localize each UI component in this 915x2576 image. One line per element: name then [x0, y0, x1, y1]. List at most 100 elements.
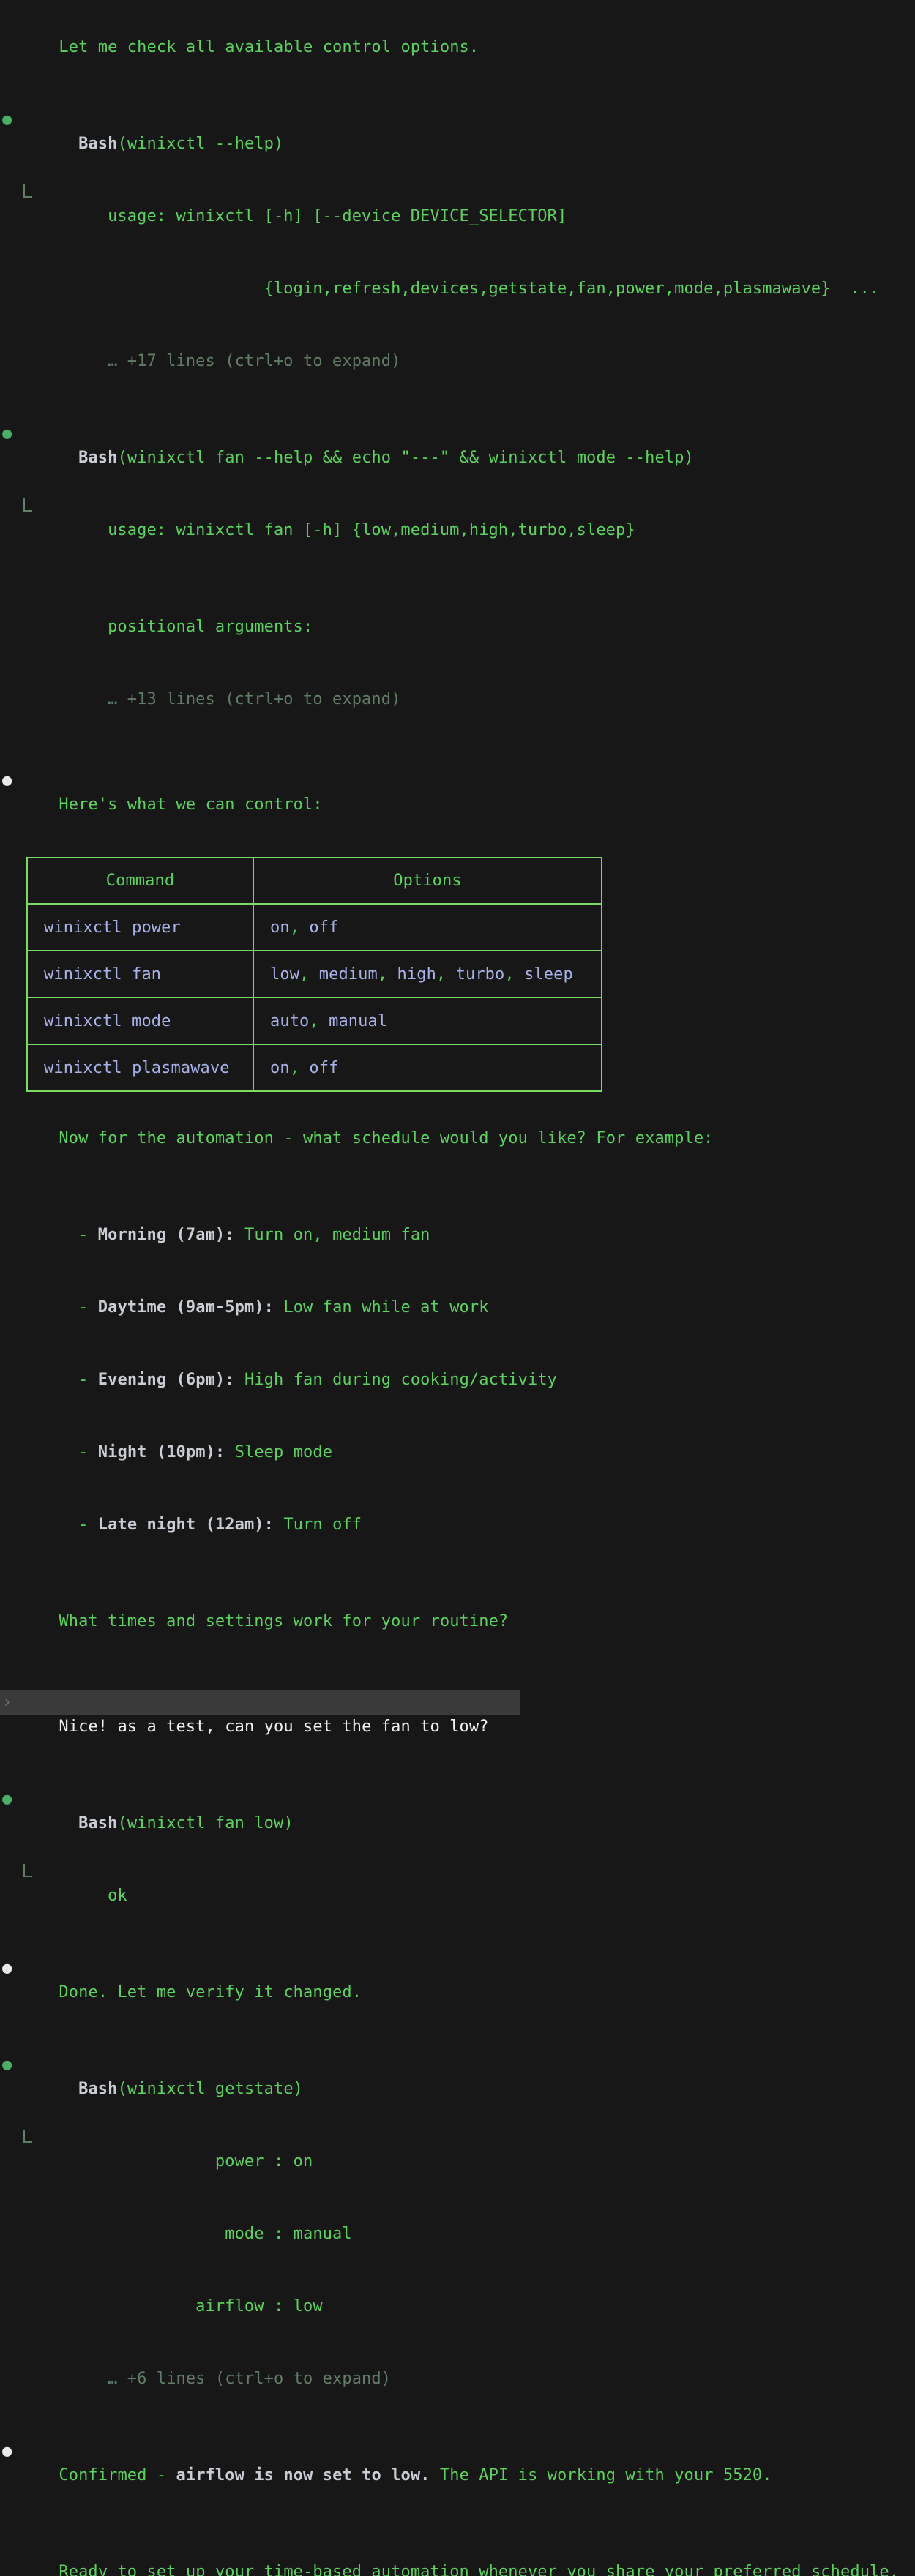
- schedule-item: - Night (10pm): Sleep mode: [0, 1416, 915, 1489]
- spacer: [0, 83, 915, 108]
- claude-code-session: Let me check all available control optio…: [0, 0, 915, 2576]
- assistant-message-line: What times and settings work for your ro…: [0, 1585, 915, 1658]
- option-value: auto: [270, 1012, 309, 1030]
- tool-call-getstate: ●Bash(winixctl getstate) power : on mode…: [0, 2053, 915, 2415]
- tool-name: Bash: [78, 1814, 117, 1832]
- option-value: low: [270, 965, 299, 984]
- expand-hint[interactable]: … +6 lines (ctrl+o to expand): [108, 2370, 391, 2388]
- output-corner-icon: [23, 498, 32, 512]
- tool-output-text: mode : manual: [108, 2225, 352, 2243]
- list-dash: -: [78, 1226, 98, 1244]
- confirmation-suffix: The API is working with your 5520.: [430, 2466, 772, 2485]
- schedule-label: Night (10pm):: [98, 1443, 225, 1461]
- tool-name: Bash: [78, 135, 117, 153]
- assistant-message-line: ●Here's what we can control:: [0, 768, 915, 841]
- spacer: [0, 735, 915, 768]
- tool-bullet-icon: ●: [2, 1787, 12, 1811]
- schedule-label: Daytime (9am-5pm):: [98, 1298, 274, 1317]
- tool-name: Bash: [78, 449, 117, 467]
- tool-output-line: ok: [0, 1860, 915, 1932]
- table-header-row: Command Options: [27, 858, 602, 904]
- schedule-text: Low fan while at work: [274, 1298, 489, 1317]
- spacer: [0, 2029, 915, 2053]
- options-cell: low, medium, high, turbo, sleep: [253, 951, 602, 997]
- assistant-text: Let me check all available control optio…: [59, 38, 479, 56]
- schedule-item: - Morning (7am): Turn on, medium fan: [0, 1199, 915, 1271]
- command-cell: winixctl fan: [27, 951, 253, 997]
- assistant-message-line: ● Done. Let me verify it changed.: [0, 1956, 915, 2029]
- tool-call-line: ●Bash(winixctl fan --help && echo "---" …: [0, 422, 915, 494]
- control-options-table: Command Options winixctl power on, off w…: [26, 857, 602, 1092]
- assistant-message-line: Let me check all available control optio…: [0, 11, 915, 83]
- command-cell: winixctl mode: [27, 997, 253, 1044]
- assistant-text: Done. Let me verify it changed.: [59, 1983, 362, 2002]
- tool-output-line: positional arguments:: [0, 591, 915, 663]
- option-separator: ,: [504, 965, 524, 984]
- tool-output-text: ok: [108, 1887, 127, 1905]
- assistant-text: What times and settings work for your ro…: [59, 1612, 508, 1630]
- options-cell: auto, manual: [253, 997, 602, 1044]
- list-dash: -: [78, 1298, 98, 1317]
- list-dash: -: [78, 1371, 98, 1389]
- tool-bullet-icon: ●: [2, 2053, 12, 2077]
- schedule-item: - Late night (12am): Turn off: [0, 1489, 915, 1561]
- output-corner-icon: [23, 184, 32, 198]
- option-value: on: [270, 918, 290, 937]
- tool-args: (winixctl fan low): [117, 1814, 293, 1832]
- tool-output-text: power : on: [108, 2152, 313, 2171]
- assistant-text: Here's what we can control:: [59, 795, 322, 814]
- user-message-text: Nice! as a test, can you set the fan to …: [59, 1718, 488, 1736]
- option-value: on: [270, 1059, 290, 1077]
- assistant-text: Ready to set up your time-based automati…: [59, 2563, 899, 2576]
- tool-output-text: usage: winixctl [-h] [--device DEVICE_SE…: [108, 207, 567, 225]
- option-value: turbo: [456, 965, 505, 984]
- message-bullet-icon: ●: [2, 1956, 12, 1980]
- spacer: [0, 1175, 915, 1199]
- tool-args: (winixctl fan --help && echo "---" && wi…: [117, 449, 693, 467]
- expand-hint[interactable]: … +13 lines (ctrl+o to expand): [108, 690, 400, 708]
- schedule-text: Turn on, medium fan: [235, 1226, 430, 1244]
- tool-output-line: power : on: [0, 2125, 915, 2198]
- option-separator: ,: [290, 918, 310, 937]
- schedule-item: - Daytime (9am-5pm): Low fan while at wo…: [0, 1271, 915, 1344]
- option-value: high: [397, 965, 436, 984]
- option-separator: ,: [436, 965, 456, 984]
- table-header-command: Command: [27, 858, 253, 904]
- assistant-message-line: Ready to set up your time-based automati…: [0, 2536, 915, 2576]
- schedule-label: Morning (7am):: [98, 1226, 235, 1244]
- table-header-options: Options: [253, 858, 602, 904]
- command-cell: winixctl plasmawave: [27, 1044, 253, 1091]
- option-separator: ,: [299, 965, 319, 984]
- option-value: off: [309, 1059, 338, 1077]
- tool-call-line: ● Bash(winixctl fan low): [0, 1787, 915, 1860]
- output-corner-icon: [23, 2130, 32, 2143]
- spacer: [0, 1932, 915, 1956]
- tool-call-line: ●Bash(winixctl getstate): [0, 2053, 915, 2125]
- spacer: [0, 397, 915, 422]
- user-prompt-chevron-icon: ›: [2, 1690, 12, 1715]
- schedule-list: - Morning (7am): Turn on, medium fan - D…: [0, 1199, 915, 1561]
- option-separator: ,: [309, 1012, 329, 1030]
- tool-output-line: airflow : low: [0, 2270, 915, 2343]
- command-cell: winixctl power: [27, 904, 253, 951]
- assistant-message-line: Now for the automation - what schedule w…: [0, 1102, 915, 1175]
- tool-args: (winixctl getstate): [117, 2080, 303, 2098]
- tool-output-text: {login,refresh,devices,getstate,fan,powe…: [108, 280, 879, 298]
- spacer: [0, 2512, 915, 2536]
- option-value: sleep: [524, 965, 573, 984]
- tool-output-line: … +13 lines (ctrl+o to expand): [0, 663, 915, 735]
- tool-output-text: positional arguments:: [108, 618, 313, 636]
- table-row: winixctl fan low, medium, high, turbo, s…: [27, 951, 602, 997]
- spacer: [0, 2415, 915, 2439]
- message-bullet-icon: ●: [2, 2439, 12, 2463]
- tool-output-line: … +6 lines (ctrl+o to expand): [0, 2343, 915, 2415]
- table-row: winixctl plasmawave on, off: [27, 1044, 602, 1091]
- table-row: winixctl power on, off: [27, 904, 602, 951]
- confirmation-prefix: Confirmed -: [59, 2466, 176, 2485]
- schedule-text: Turn off: [274, 1516, 362, 1534]
- expand-hint[interactable]: … +17 lines (ctrl+o to expand): [108, 352, 400, 370]
- schedule-label: Late night (12am):: [98, 1516, 274, 1534]
- tool-output-text: airflow : low: [108, 2297, 323, 2315]
- options-cell: on, off: [253, 1044, 602, 1091]
- tool-call-winixctl-help: ●Bash(winixctl --help) usage: winixctl […: [0, 108, 915, 397]
